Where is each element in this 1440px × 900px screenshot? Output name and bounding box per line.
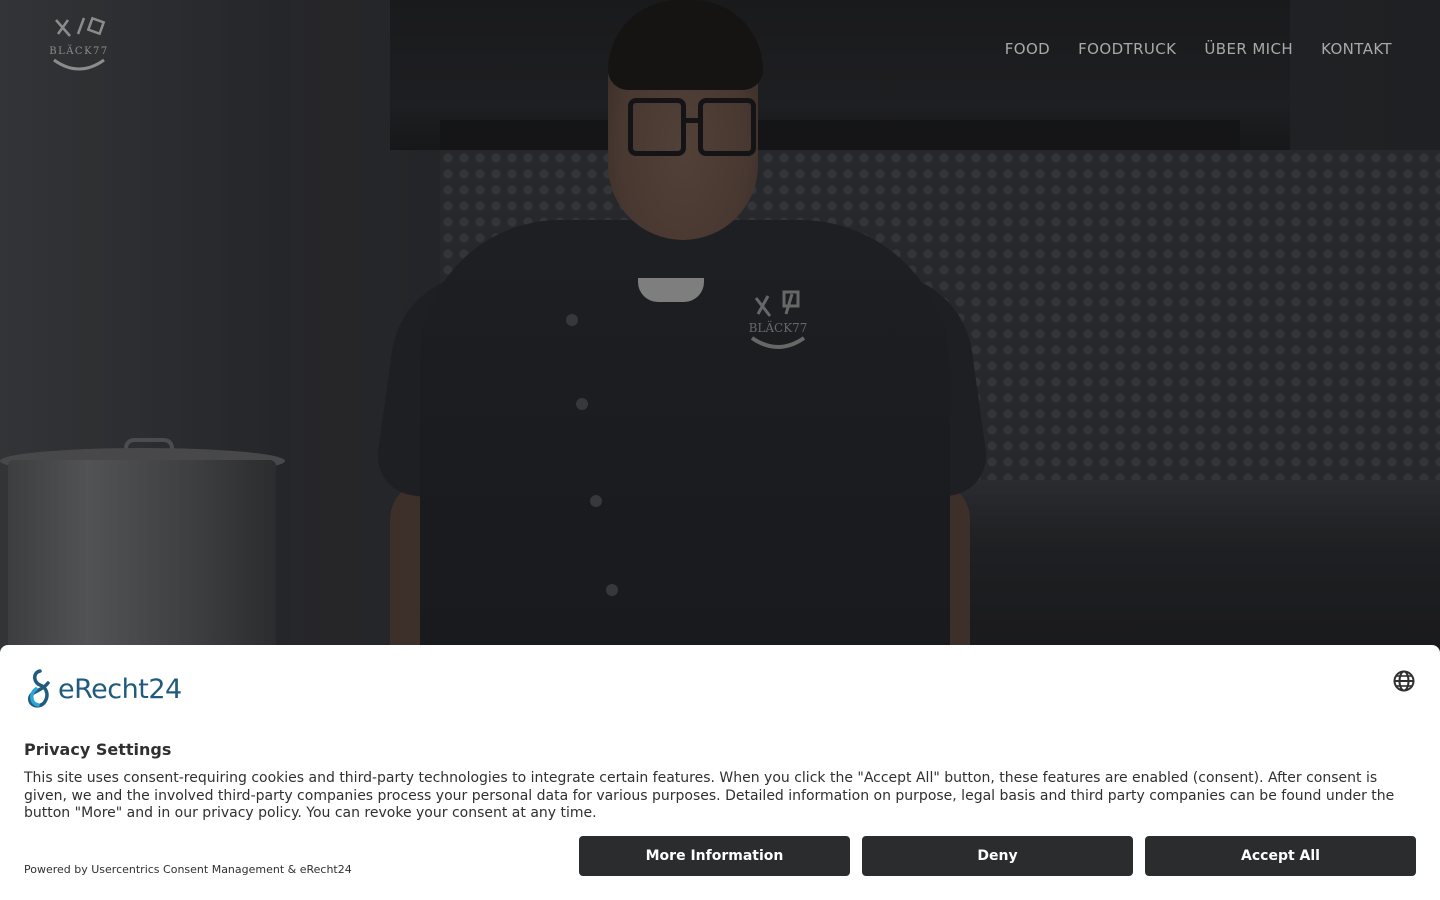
site-logo[interactable]: BLÄCK77 <box>44 16 114 80</box>
consent-description: This site uses consent-requiring cookies… <box>24 770 1395 821</box>
main-nav: FOOD FOODTRUCK ÜBER MICH KONTAKT <box>1005 40 1392 58</box>
brand-name: eRecht24 <box>58 673 182 705</box>
deny-button[interactable]: Deny <box>862 836 1133 876</box>
powered-by-text: Powered by Usercentrics Consent Manageme… <box>24 863 352 876</box>
language-button[interactable] <box>1392 669 1416 693</box>
globe-icon <box>1393 670 1415 692</box>
nav-item-ueber-mich[interactable]: ÜBER MICH <box>1204 40 1293 58</box>
accept-all-button[interactable]: Accept All <box>1145 836 1416 876</box>
nav-item-foodtruck[interactable]: FOODTRUCK <box>1078 40 1176 58</box>
svg-text:BLÄCK77: BLÄCK77 <box>49 45 109 57</box>
more-information-button[interactable]: More Information <box>579 836 850 876</box>
erecht24-logo: eRecht24 <box>24 669 182 709</box>
site-header: BLÄCK77 FOOD FOODTRUCK ÜBER MICH KONTAKT <box>0 0 1440 100</box>
consent-banner: eRecht24 Privacy Settings This site uses… <box>0 645 1440 900</box>
nav-item-food[interactable]: FOOD <box>1005 40 1050 58</box>
blaeck77-logo-icon: BLÄCK77 <box>49 16 109 71</box>
nav-item-kontakt[interactable]: KONTAKT <box>1321 40 1392 58</box>
erecht24-mark-icon <box>28 669 50 708</box>
consent-title: Privacy Settings <box>24 740 172 759</box>
